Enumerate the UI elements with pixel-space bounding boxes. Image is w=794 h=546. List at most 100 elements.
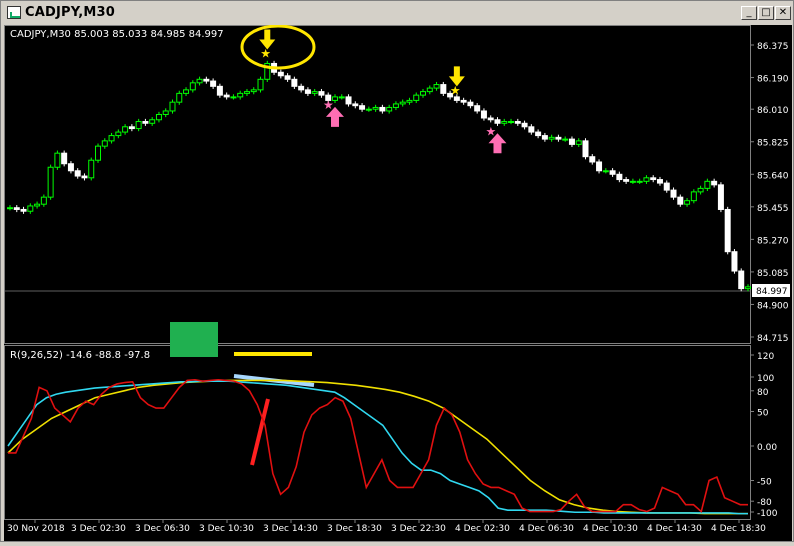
candle-body (95, 145, 102, 161)
chart-area[interactable]: 86.375 86.190 86.010 85.825 85.640 85.455 85.2… (4, 24, 792, 541)
rsi-fast-line (8, 378, 748, 514)
candle-body (745, 286, 751, 290)
candle-body (467, 101, 474, 107)
price-axis-label-4: 85.640 (757, 171, 789, 181)
candle-body (548, 136, 555, 140)
candle-body (501, 121, 508, 124)
candle-body (684, 200, 691, 205)
candle-body (731, 251, 738, 272)
candle-body (135, 121, 142, 130)
candle-body (487, 117, 494, 121)
candle-body (420, 91, 427, 96)
indicator-axis-label-5: -50 (757, 478, 772, 488)
candle-body (61, 152, 68, 165)
time-axis-label-5: 3 Dec 18:30 (327, 524, 382, 534)
candle-body (717, 184, 724, 210)
candle-body (704, 180, 711, 189)
candle-body (108, 135, 115, 142)
time-axis-label-1: 3 Dec 02:30 (71, 524, 126, 534)
candle-body (433, 84, 440, 89)
candle-body (535, 131, 542, 137)
candle-body (20, 208, 27, 212)
price-axis-label-7: 85.085 (757, 269, 789, 279)
candle-body (237, 92, 244, 98)
candle-body (216, 85, 223, 96)
candle-body (602, 170, 609, 173)
candle-body (115, 131, 122, 137)
indicator-axis-label-6: -80 (757, 498, 772, 508)
time-axis-label-0: 30 Nov 2018 (7, 524, 65, 534)
candle-body (670, 189, 677, 198)
candle-body (101, 140, 108, 147)
candle-body (183, 89, 190, 94)
candle-body (352, 103, 359, 107)
candle-body (230, 96, 237, 99)
candle-body (379, 106, 386, 112)
highlight-circle (240, 24, 316, 70)
chart-canvas[interactable]: 86.375 86.190 86.010 85.825 85.640 85.455 85.2… (4, 24, 792, 541)
candle-body (345, 96, 352, 105)
candle-body (480, 110, 487, 119)
candle-body (663, 182, 670, 191)
candle-body (426, 87, 433, 93)
candle-body (656, 179, 663, 184)
time-axis: 30 Nov 2018 3 Dec 02:30 3 Dec 06:30 3 Dec 1… (7, 519, 766, 534)
candle-body (155, 113, 162, 121)
candle-body (372, 106, 379, 110)
buy-star-icon: ★ (323, 98, 334, 112)
time-axis-label-7: 4 Dec 02:30 (455, 524, 510, 534)
time-axis-label-11: 4 Dec 18:30 (711, 524, 766, 534)
candle-body (508, 121, 515, 124)
title-bar[interactable]: CADJPY,M30 _ □ ✕ (3, 3, 791, 23)
price-axis-label-8: 84.900 (757, 301, 789, 311)
minimize-button[interactable]: _ (741, 6, 757, 20)
indicator-axis-label-1: 100 (757, 374, 774, 384)
price-axis-label-6: 85.270 (757, 236, 789, 246)
candle-body (223, 94, 230, 98)
candle-body (589, 156, 596, 163)
candle-body (54, 152, 61, 168)
terminal-window: CADJPY,M30 _ □ ✕ 86.375 86.190 86.010 85.82… (0, 0, 794, 542)
price-axis-label-1: 86.190 (757, 75, 789, 85)
candle-body (555, 136, 562, 140)
indicator-axis: 120 100 80 50 0.00 -50 -80-100 (750, 352, 778, 519)
close-button[interactable]: ✕ (775, 6, 791, 20)
current-price-label: 84.997 (756, 287, 788, 297)
time-axis-label-10: 4 Dec 14:30 (647, 524, 702, 534)
candle-body (494, 119, 501, 124)
window-title: CADJPY,M30 (25, 5, 115, 20)
candlesticks (7, 60, 751, 292)
rsi-slow-line (7, 379, 748, 515)
candle-body (623, 179, 630, 182)
candle-body (338, 96, 345, 99)
candle-body (128, 126, 135, 130)
sell-star-icon: ★ (450, 83, 461, 97)
signal-arrows: ★ ★ ★ ★ (259, 29, 507, 154)
candle-body (562, 138, 569, 141)
maximize-button[interactable]: □ (758, 6, 774, 20)
candle-body (81, 175, 88, 179)
candle-body (250, 89, 257, 93)
candle-body (365, 108, 372, 111)
candle-body (13, 207, 20, 210)
price-axis-label-2: 86.010 (757, 106, 789, 116)
candle-body (162, 110, 169, 115)
candle-body (149, 119, 156, 124)
candle-body (386, 106, 393, 112)
candle-body (277, 71, 284, 77)
indicator-info: R(9,26,52) -14.6 -88.8 -97.8 (10, 350, 151, 361)
candle-body (284, 75, 291, 80)
candle-body (142, 121, 149, 124)
time-axis-label-8: 4 Dec 06:30 (519, 524, 574, 534)
indicator-axis-label-7: -100 (757, 509, 778, 519)
rsi-mid-line (7, 380, 748, 515)
candle-body (88, 159, 95, 179)
candle-body (521, 122, 528, 128)
candle-body (291, 78, 298, 87)
time-axis-label-4: 3 Dec 14:30 (263, 524, 318, 534)
candle-body (738, 270, 745, 290)
indicator-axis-label-4: 0.00 (757, 443, 777, 453)
time-axis-label-2: 3 Dec 06:30 (135, 524, 190, 534)
price-axis-label-9: 84.715 (757, 334, 789, 344)
price-axis-label-3: 85.825 (757, 139, 789, 149)
